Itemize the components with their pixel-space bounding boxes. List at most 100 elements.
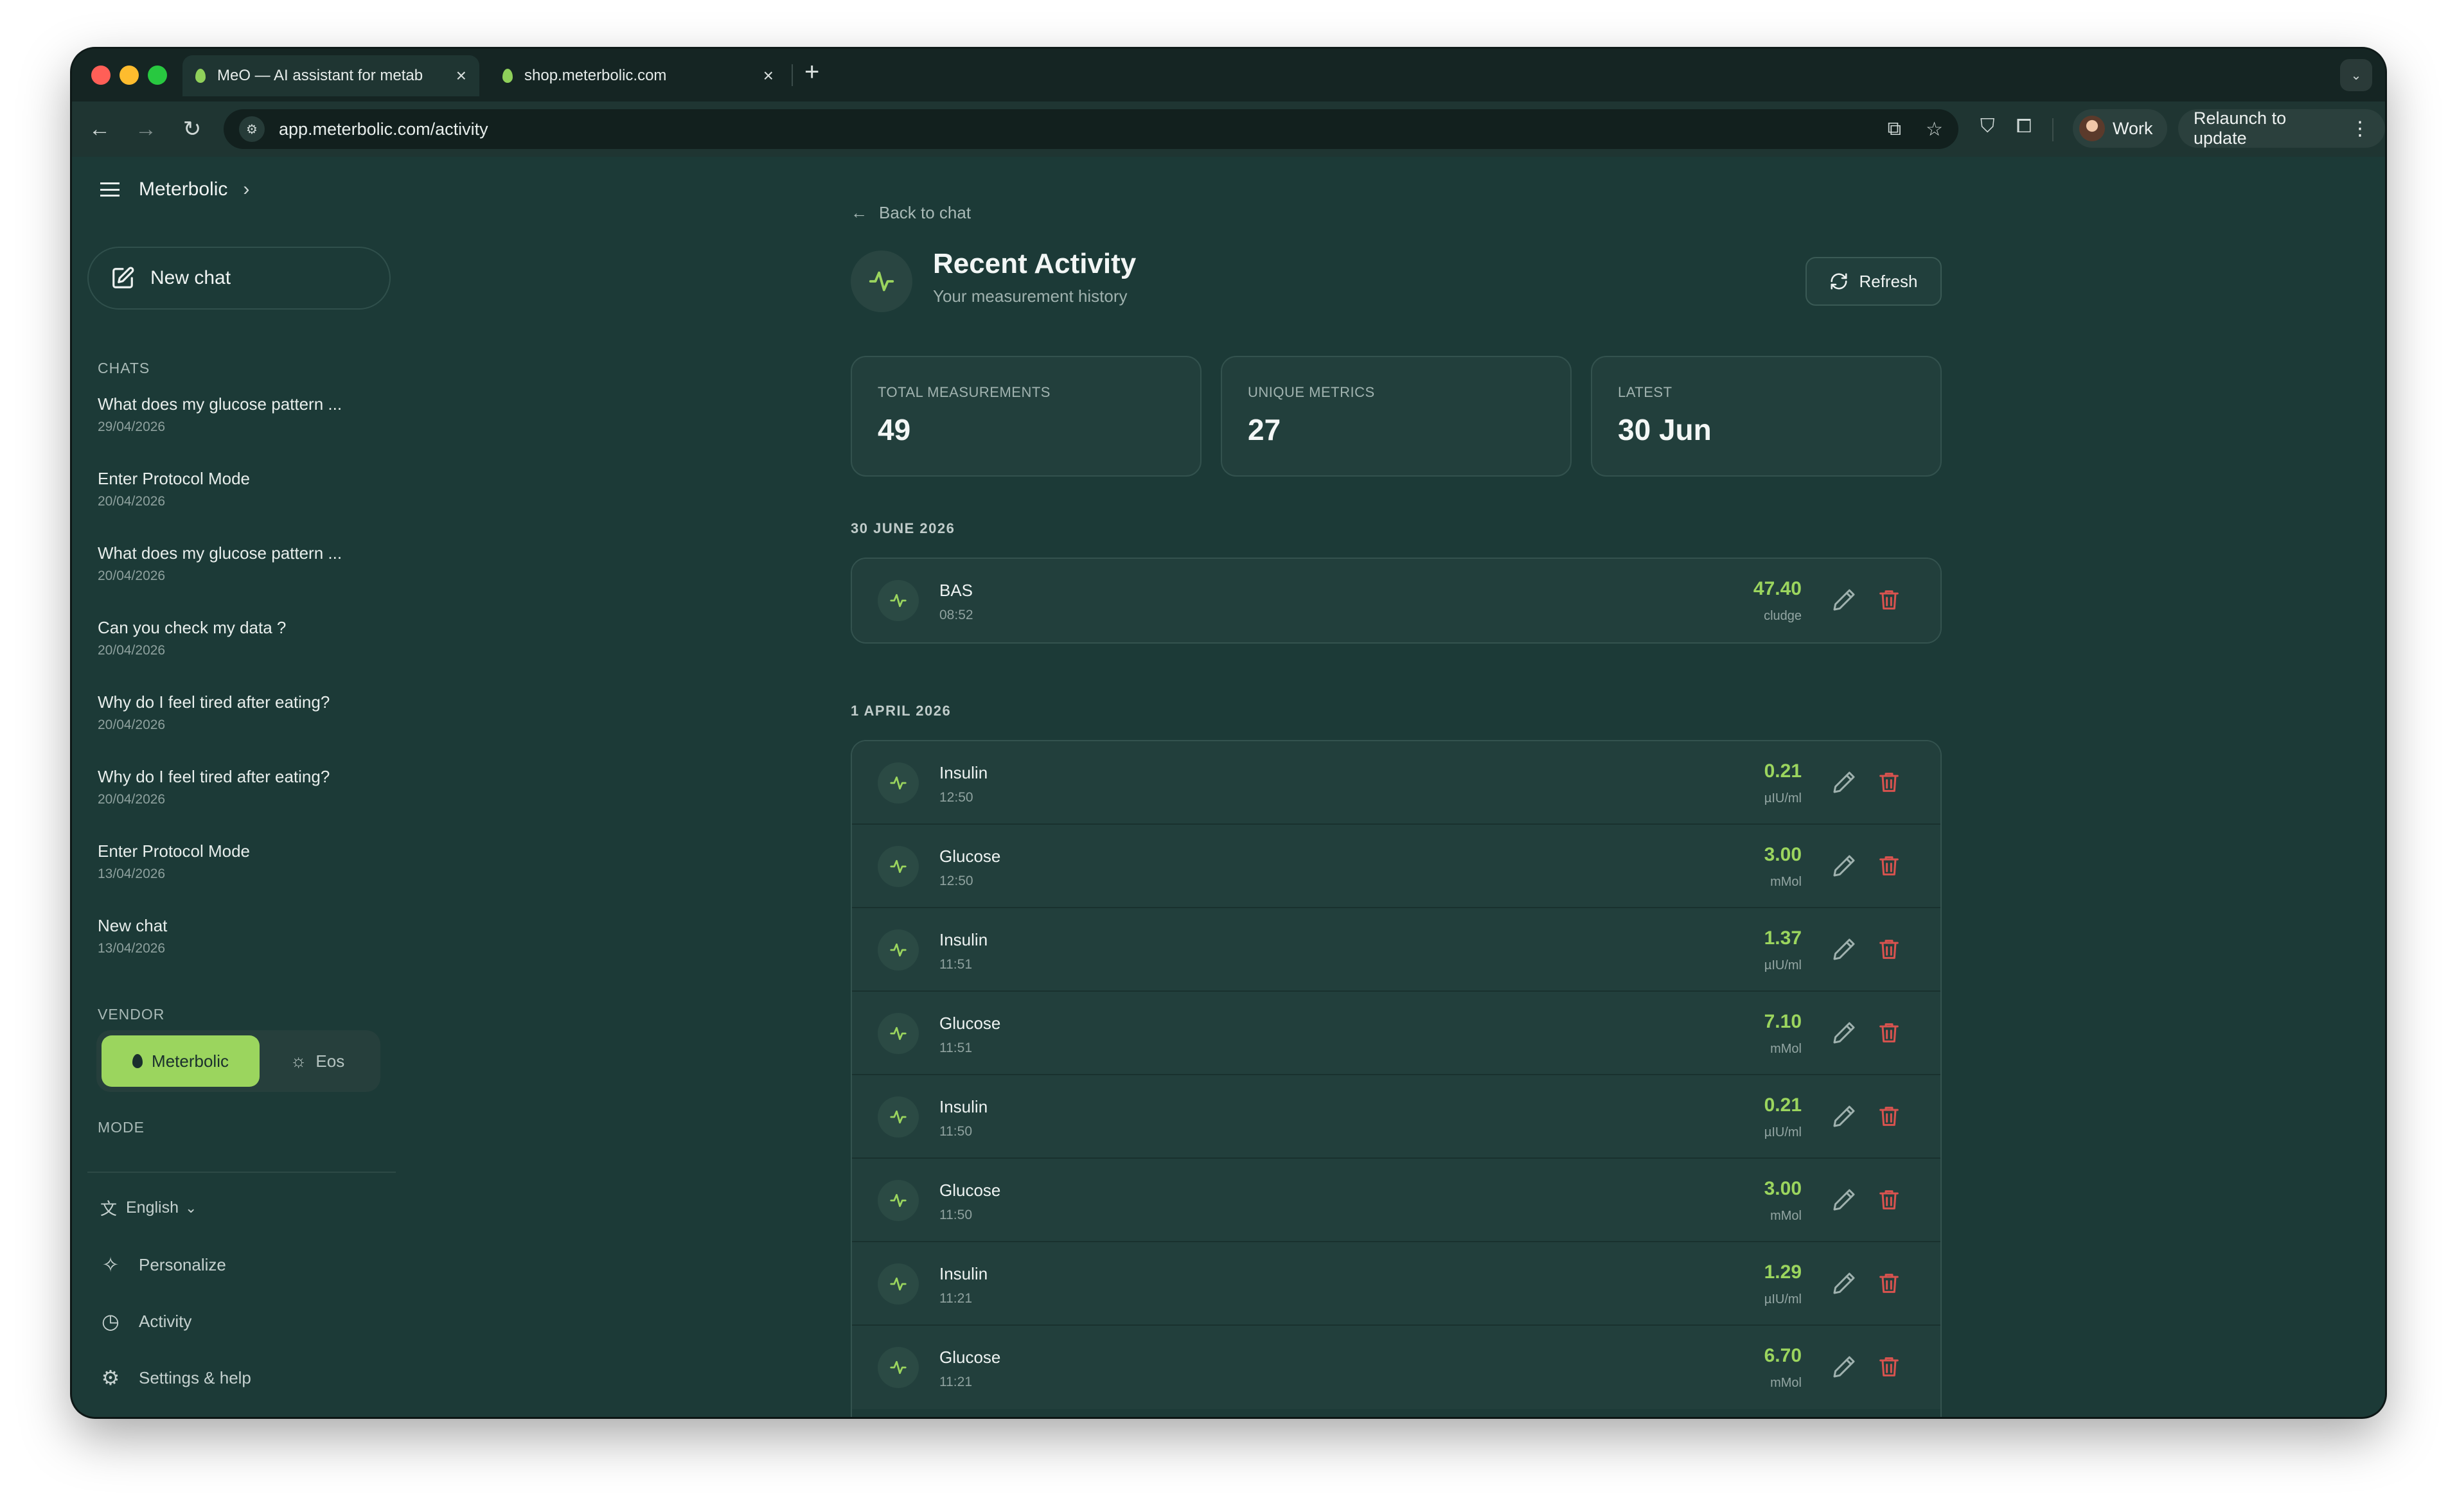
tab-search-chevron-icon[interactable]: ⌄ (2340, 59, 2372, 91)
delete-trash-icon[interactable] (1876, 1020, 1902, 1046)
tab-meo[interactable]: MeO — AI assistant for metab × (182, 55, 479, 96)
sidebar-item-settings[interactable]: ⚙ Settings & help (98, 1366, 251, 1390)
measurement-row[interactable]: Insulin 11:50 0.21 µIU/ml (852, 1075, 1940, 1159)
edit-pencil-icon[interactable] (1831, 769, 1857, 795)
sidebar-item-activity[interactable]: ◷ Activity (98, 1309, 191, 1333)
browser-window: MeO — AI assistant for metab × shop.mete… (72, 49, 2385, 1417)
chat-item[interactable]: Enter Protocol Mode 13/04/2026 (98, 841, 380, 882)
page-subtitle: Your measurement history (933, 286, 1128, 306)
pulse-icon (878, 1347, 919, 1388)
measurement-group: Insulin 12:50 0.21 µIU/ml Glucose 12:50 3.00 mM… (851, 740, 1942, 1417)
refresh-icon (1831, 273, 1847, 290)
metric-name: Insulin (939, 763, 988, 782)
pulse-icon (878, 929, 919, 971)
install-app-icon[interactable]: ⧉ (1888, 118, 1901, 141)
edit-pencil-icon[interactable] (1831, 1354, 1857, 1380)
language-selector[interactable]: 文 English ⌄ (98, 1196, 197, 1220)
delete-trash-icon[interactable] (1876, 1103, 1902, 1129)
relaunch-button[interactable]: Relaunch to update ⋮ (2178, 109, 2385, 148)
menu-icon[interactable] (100, 182, 120, 197)
back-to-chat-link[interactable]: ← Back to chat (851, 203, 971, 223)
measurement-time: 11:21 (939, 1291, 972, 1306)
delete-trash-icon[interactable] (1876, 769, 1902, 795)
delete-trash-icon[interactable] (1876, 587, 1902, 613)
measurement-row[interactable]: Insulin 11:21 1.29 µIU/ml (852, 1242, 1940, 1326)
relaunch-label: Relaunch to update (2194, 109, 2287, 148)
measurement-time: 12:50 (939, 874, 973, 888)
metric-name: Glucose (939, 1181, 1001, 1200)
edit-pencil-icon[interactable] (1831, 936, 1857, 962)
chat-item[interactable]: Why do I feel tired after eating? 20/04/… (98, 767, 380, 807)
new-chat-button[interactable]: New chat (87, 247, 391, 310)
vendor-option-eos[interactable]: ☼ Eos (260, 1035, 375, 1087)
brand-name[interactable]: Meterbolic (139, 179, 227, 200)
pulse-icon (878, 1263, 919, 1305)
metric-name: BAS (939, 581, 973, 600)
chat-item[interactable]: What does my glucose pattern ... 20/04/2… (98, 543, 380, 584)
measurement-row[interactable]: Glucose 11:51 7.10 mMol (852, 992, 1940, 1075)
chat-item[interactable]: Enter Protocol Mode 20/04/2026 (98, 469, 380, 509)
gear-icon: ⚙ (101, 1366, 120, 1389)
measurement-time: 11:51 (939, 957, 972, 972)
delete-trash-icon[interactable] (1876, 853, 1902, 879)
refresh-button[interactable]: Refresh (1805, 257, 1942, 306)
vendor-section-label: VENDOR (98, 1006, 165, 1023)
edit-pencil-icon[interactable] (1831, 1103, 1857, 1129)
sidebar-divider (87, 1172, 396, 1173)
shield-extension-icon[interactable]: ⛉ (1980, 116, 1995, 137)
measurement-row[interactable]: Glucose 11:50 3.00 mMol (852, 1159, 1940, 1242)
measurement-row[interactable]: BAS 08:52 47.40 cludge (852, 559, 1940, 642)
edit-pencil-icon[interactable] (1831, 1270, 1857, 1296)
measurement-row[interactable]: Insulin 11:51 1.37 µIU/ml (852, 908, 1940, 992)
sun-icon: ☼ (290, 1051, 307, 1071)
profile-label: Work (2113, 118, 2153, 138)
forward-arrow-icon[interactable]: → (131, 114, 161, 144)
tab-shop[interactable]: shop.meterbolic.com × (490, 55, 786, 96)
address-bar[interactable]: ⚙ app.meterbolic.com/activity ⧉ ☆ (224, 109, 1958, 149)
url-text[interactable]: app.meterbolic.com/activity (279, 119, 488, 139)
chat-item[interactable]: New chat 13/04/2026 (98, 916, 380, 956)
chevron-right-icon[interactable]: › (243, 179, 249, 200)
measurement-value: 47.40 (1753, 578, 1802, 599)
edit-pencil-icon[interactable] (1831, 587, 1857, 613)
chat-item[interactable]: What does my glucose pattern ... 29/04/2… (98, 394, 380, 435)
close-tab-icon[interactable]: × (456, 67, 466, 85)
kebab-menu-icon[interactable]: ⋮ (2350, 118, 2370, 140)
vendor-option-meterbolic[interactable]: Meterbolic (102, 1035, 260, 1087)
metric-name: Glucose (939, 1014, 1001, 1033)
mode-section-label: MODE (98, 1119, 145, 1136)
delete-trash-icon[interactable] (1876, 1354, 1902, 1380)
delete-trash-icon[interactable] (1876, 936, 1902, 962)
bookmark-star-icon[interactable]: ☆ (1926, 118, 1943, 141)
measurement-row[interactable]: Glucose 11:21 6.70 mMol (852, 1326, 1940, 1409)
close-window-button[interactable] (91, 66, 111, 85)
metric-name: Insulin (939, 1264, 988, 1283)
reload-icon[interactable]: ↻ (177, 114, 207, 144)
new-tab-button[interactable]: + (804, 58, 819, 87)
edit-pencil-icon[interactable] (1831, 1187, 1857, 1213)
chat-item[interactable]: Can you check my data ? 20/04/2026 (98, 618, 380, 658)
measurement-row[interactable]: Insulin 12:50 0.21 µIU/ml (852, 741, 1940, 825)
measurement-time: 11:50 (939, 1208, 972, 1222)
measurement-row[interactable]: Glucose 12:50 3.00 mMol (852, 825, 1940, 908)
delete-trash-icon[interactable] (1876, 1187, 1902, 1213)
minimize-window-button[interactable] (120, 66, 139, 85)
measurement-time: 11:21 (939, 1375, 972, 1389)
back-arrow-icon[interactable]: ← (85, 114, 114, 144)
maximize-window-button[interactable] (148, 66, 167, 85)
close-tab-icon[interactable]: × (763, 67, 774, 85)
site-settings-icon[interactable]: ⚙ (239, 116, 265, 142)
stat-card-total: TOTAL MEASUREMENTS 49 (851, 356, 1202, 477)
avatar (2079, 116, 2105, 141)
profile-button[interactable]: Work (2073, 109, 2167, 148)
measurement-unit: mMol (1770, 875, 1802, 889)
delete-trash-icon[interactable] (1876, 1270, 1902, 1296)
extensions-puzzle-icon[interactable]: ⧠ (2016, 116, 2032, 137)
edit-pencil-icon[interactable] (1831, 853, 1857, 879)
edit-pencil-icon[interactable] (1831, 1020, 1857, 1046)
chat-item[interactable]: Why do I feel tired after eating? 20/04/… (98, 692, 380, 733)
stat-card-unique: UNIQUE METRICS 27 (1221, 356, 1572, 477)
sidebar-item-personalize[interactable]: ✧ Personalize (98, 1253, 226, 1277)
new-chat-label: New chat (150, 267, 231, 288)
tab-separator (792, 64, 793, 86)
